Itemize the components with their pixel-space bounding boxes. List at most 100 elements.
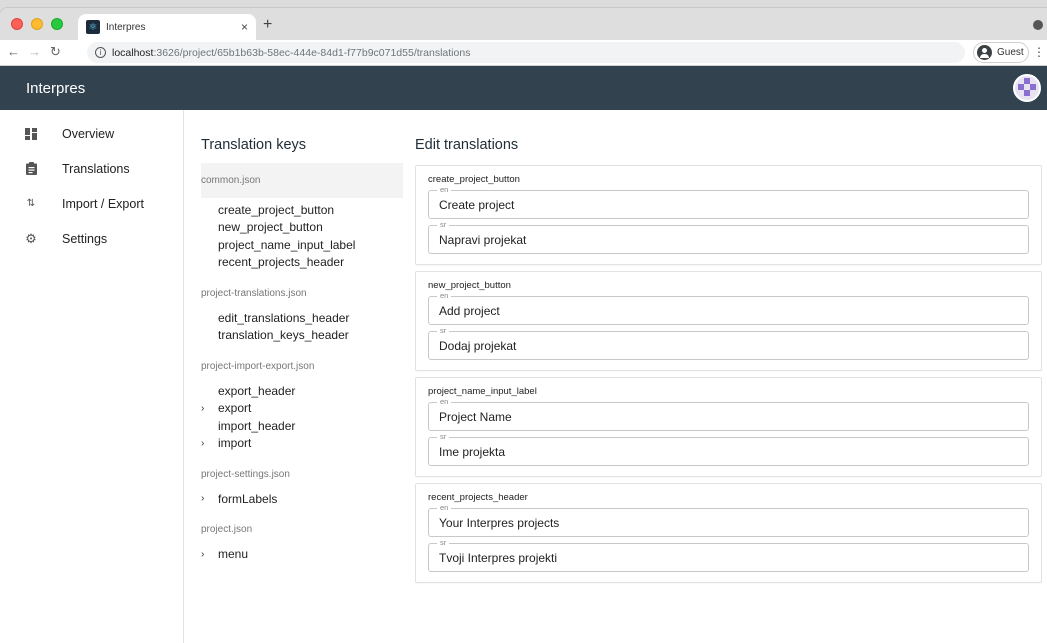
sidebar-item-settings[interactable]: ⚙ Settings [0,221,183,256]
sidebar-item-label: Import / Export [62,196,144,211]
react-favicon-icon: ⚛ [86,20,100,34]
file-name[interactable]: project-settings.json [201,462,403,486]
key-folder-label: export [218,401,252,416]
card-key: create_project_button [428,174,520,185]
file-group-common: common.json create_project_button new_pr… [201,163,403,271]
translation-card: recent_projects_header en Your Interpres… [415,483,1042,583]
sidebar-item-import-export[interactable]: ⇅ Import / Export [0,186,183,221]
file-name[interactable]: project.json [201,518,403,542]
sr-field[interactable]: sr Tvoji Interpres projekti [428,538,1029,572]
gear-icon: ⚙ [25,230,37,246]
forward-arrow-icon[interactable]: → [28,44,41,59]
chevron-right-icon: › [201,402,205,414]
file-name[interactable]: common.json [201,163,403,198]
tab-close-icon[interactable]: × [241,20,248,34]
minimize-window-button[interactable] [31,18,43,30]
translation-keys-panel: Translation keys common.json create_proj… [201,110,403,573]
key-folder[interactable]: › menu [201,546,403,564]
key-item[interactable]: translation_keys_header [201,327,403,345]
browser-toolbar: ← → ↻ i localhost:3626/project/65b1b63b-… [0,40,1047,66]
sr-field[interactable]: sr Napravi projekat [428,220,1029,254]
field-label: en [437,185,452,195]
field-value: Dodaj projekat [439,338,517,353]
field-value: Tvoji Interpres projekti [439,550,558,565]
field-label: sr [437,432,450,442]
chevron-right-icon: › [201,548,205,560]
tab-search-icon[interactable] [1033,20,1043,30]
import-export-icon: ⇅ [26,198,36,209]
url-path: :3626/project/65b1b63b-58ec-444e-84d1-f7… [153,46,471,59]
sr-field[interactable]: sr Ime projekta [428,432,1029,466]
field-label: en [437,503,452,513]
key-folder[interactable]: › formLabels [201,490,403,508]
chevron-right-icon: › [201,437,205,449]
translation-card: project_name_input_label en Project Name… [415,377,1042,477]
info-icon[interactable]: i [95,47,106,58]
key-item[interactable]: new_project_button [201,219,403,237]
key-folder[interactable]: › export [201,400,403,418]
clipboard-icon [24,162,38,175]
user-avatar[interactable] [1013,74,1041,102]
sidebar: Overview Translations ⇅ Import / Export … [0,110,184,643]
key-item[interactable]: create_project_button [201,201,403,219]
address-bar[interactable]: i localhost:3626/project/65b1b63b-58ec-4… [87,42,965,63]
field-value: Your Interpres projects [439,515,560,530]
browser-window: ⚛ Interpres × + ← → ↻ i localhost:3626/p… [0,8,1047,643]
edit-translations-title: Edit translations [415,137,519,153]
profile-label: Guest [997,47,1024,58]
card-key: project_name_input_label [428,386,537,397]
browser-tab[interactable]: ⚛ Interpres × [78,14,256,40]
key-item[interactable]: export_header [201,382,403,400]
tab-strip: ⚛ Interpres × + [0,8,1047,40]
field-value: Project Name [439,409,512,424]
url-host: localhost [112,46,154,59]
file-group-project-settings: project-settings.json › formLabels [201,462,403,508]
en-field[interactable]: en Add project [428,291,1029,325]
app-header: Interpres [0,66,1047,110]
card-key: new_project_button [428,280,511,291]
close-window-button[interactable] [11,18,23,30]
en-field[interactable]: en Your Interpres projects [428,503,1029,537]
tab-title: Interpres [106,21,146,33]
key-folder-label: menu [218,547,249,562]
field-value: Ime projekta [439,444,506,459]
sidebar-item-overview[interactable]: Overview [0,116,183,151]
window-controls [11,18,63,30]
key-item[interactable]: import_header [201,417,403,435]
en-field[interactable]: en Project Name [428,397,1029,431]
reload-icon[interactable]: ↻ [50,44,61,60]
new-tab-button[interactable]: + [263,16,272,34]
file-name[interactable]: project-import-export.json [201,354,403,378]
translation-keys-title: Translation keys [201,137,307,153]
translation-card: create_project_button en Create project … [415,165,1042,265]
key-item[interactable]: recent_projects_header [201,254,403,272]
edit-translations-panel: Edit translations create_project_button … [415,110,1042,589]
sidebar-item-translations[interactable]: Translations [0,151,183,186]
file-group-project-translations: project-translations.json edit_translati… [201,281,403,344]
profile-button[interactable]: Guest [973,42,1029,63]
field-value: Create project [439,197,515,212]
field-label: en [437,291,452,301]
key-item[interactable]: project_name_input_label [201,236,403,254]
field-value: Add project [439,303,500,318]
sidebar-item-label: Overview [62,126,115,141]
key-folder[interactable]: › import [201,435,403,453]
back-arrow-icon[interactable]: ← [7,44,20,59]
key-item[interactable]: edit_translations_header [201,309,403,327]
more-options-icon[interactable]: ⋮ [1033,45,1045,59]
app-title: Interpres [26,79,86,97]
field-label: en [437,397,452,407]
maximize-window-button[interactable] [51,18,63,30]
file-name[interactable]: project-translations.json [201,281,403,305]
key-folder-label: formLabels [218,491,278,506]
chevron-right-icon: › [201,493,205,505]
sr-field[interactable]: sr Dodaj projekat [428,326,1029,360]
field-label: sr [437,538,450,548]
field-value: Napravi projekat [439,232,527,247]
file-group-project-import-export: project-import-export.json export_header… [201,354,403,452]
field-label: sr [437,326,450,336]
file-group-project: project.json › menu [201,518,403,564]
translation-card: new_project_button en Add project sr Dod… [415,271,1042,371]
en-field[interactable]: en Create project [428,185,1029,219]
profile-avatar-icon [977,45,992,60]
